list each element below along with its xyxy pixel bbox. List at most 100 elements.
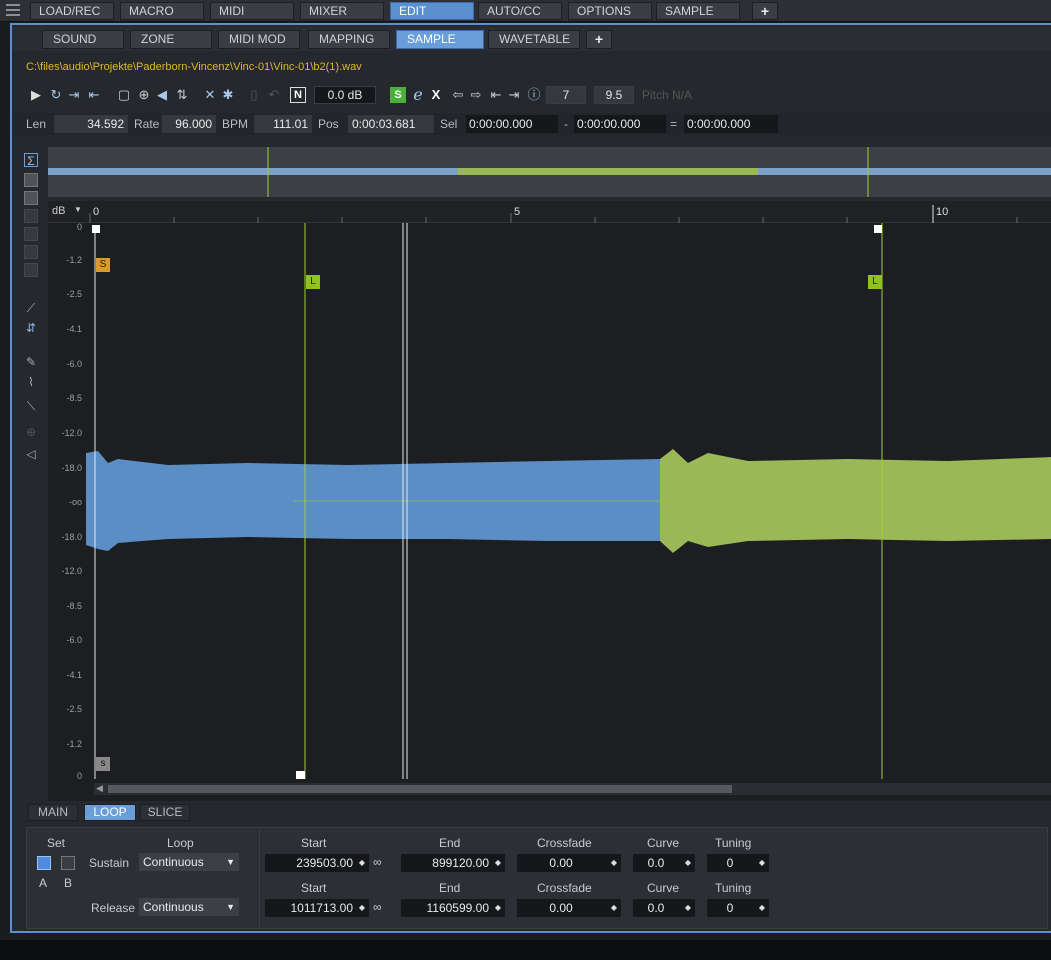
loop-label: Loop <box>167 836 194 850</box>
pitch-readout: Pitch N/A <box>642 88 693 102</box>
move-left-icon[interactable]: ⇦ <box>450 87 466 103</box>
audition-speaker-icon[interactable]: ◀ <box>154 87 170 103</box>
hamburger-menu-icon[interactable] <box>6 4 20 16</box>
sum-icon[interactable]: Σ <box>24 153 38 168</box>
snap-grid-icon[interactable]: ✱ <box>220 87 236 103</box>
release-tuning-header: Tuning <box>715 881 752 895</box>
waveform-overview[interactable] <box>48 147 1051 197</box>
tab-sample[interactable]: SAMPLE <box>656 2 740 20</box>
sel-equals: = <box>670 117 678 131</box>
fade-in-icon[interactable]: ⟋ <box>24 301 38 315</box>
normalize-button[interactable]: N <box>290 87 306 103</box>
release-end-field[interactable]: 1160599.00 <box>401 899 505 917</box>
sustain-start-field[interactable]: 239503.00 <box>265 854 369 872</box>
pos-label: Pos <box>318 117 339 131</box>
bpm-value[interactable]: 111.01 <box>254 115 312 133</box>
release-curve-field[interactable]: 0.0 <box>633 899 695 917</box>
view-left-icon[interactable] <box>24 173 38 187</box>
add-subtab-button[interactable]: + <box>586 30 612 49</box>
release-tuning-field[interactable]: 0 <box>707 899 769 917</box>
sel-start-field[interactable]: 0:00:00.000 <box>466 115 558 133</box>
sel-end-field[interactable]: 0:00:00.000 <box>574 115 666 133</box>
subtab-midi-mod[interactable]: MIDI MOD <box>218 30 300 49</box>
sustain-curve-field[interactable]: 0.0 <box>633 854 695 872</box>
subtab-sample[interactable]: SAMPLE <box>396 30 484 49</box>
subtab-zone[interactable]: ZONE <box>130 30 212 49</box>
play-to-cursor-icon[interactable]: ⇤ <box>86 87 102 103</box>
pencil-icon[interactable]: ✎ <box>24 355 38 369</box>
view-option2-icon[interactable] <box>24 227 38 241</box>
link-chain-icon[interactable]: ∞ <box>373 900 391 914</box>
zoom-tool-icon[interactable]: ⊕ <box>136 87 152 103</box>
link-chain-icon[interactable]: ∞ <box>373 855 391 869</box>
loop-end-handle <box>874 225 882 233</box>
file-path: C:\files\audio\Projekte\Paderborn-Vincen… <box>26 61 362 73</box>
edit-e-icon[interactable]: e <box>410 87 426 103</box>
release-label: Release <box>91 901 136 915</box>
crop-icon[interactable]: ▯ <box>246 87 262 103</box>
tab-options[interactable]: OPTIONS <box>568 2 652 20</box>
loop-tool-icon[interactable]: ⇵ <box>24 321 38 335</box>
sustain-crossfade-field[interactable]: 0.00 <box>517 854 621 872</box>
close-x-icon[interactable]: X <box>428 87 444 103</box>
loop-play-icon[interactable]: ↻ <box>48 87 64 103</box>
sample-end-marker[interactable]: s <box>96 757 110 771</box>
move-right-icon[interactable]: ⇨ <box>468 87 484 103</box>
jump-left-icon[interactable]: ⇤ <box>488 87 504 103</box>
time-ruler[interactable]: dB ▼ 0 5 10 <box>48 201 1051 223</box>
view-option3-icon[interactable] <box>24 245 38 259</box>
info-icon[interactable]: ⓘ <box>526 87 542 103</box>
release-mode-dropdown[interactable]: Continuous <box>139 898 239 916</box>
sustain-tuning-field[interactable]: 0 <box>707 854 769 872</box>
play-icon[interactable]: ▶ <box>28 87 44 103</box>
sync-badge[interactable]: S <box>390 87 406 103</box>
tab-macro[interactable]: MACRO <box>120 2 204 20</box>
subtab-mapping[interactable]: MAPPING <box>308 30 390 49</box>
zoom-level-field-2[interactable]: 9.5 <box>594 86 634 104</box>
mute-speaker-icon[interactable]: ◁ <box>24 447 38 461</box>
sel-length-field[interactable]: 0:00:00.000 <box>684 115 778 133</box>
tab-loop[interactable]: LOOP <box>84 804 136 821</box>
loop-start-marker[interactable]: L <box>306 275 320 289</box>
sample-start-marker[interactable]: S <box>96 258 110 272</box>
tab-edit[interactable]: EDIT <box>390 2 474 20</box>
len-value[interactable]: 34.592 <box>54 115 128 133</box>
select-tool-icon[interactable]: ▢ <box>116 87 132 103</box>
horizontal-scrollbar[interactable]: ◀ <box>94 783 1051 795</box>
set-b-button[interactable] <box>61 856 75 870</box>
view-option4-icon[interactable] <box>24 263 38 277</box>
tab-slice[interactable]: SLICE <box>140 804 190 821</box>
snap-zero-icon[interactable]: ✕ <box>202 87 218 103</box>
pos-value[interactable]: 0:00:03.681 <box>348 115 434 133</box>
scrub-icon[interactable]: ⇅ <box>174 87 190 103</box>
tab-mixer[interactable]: MIXER <box>300 2 384 20</box>
set-a-button[interactable] <box>37 856 51 870</box>
rate-value[interactable]: 96.000 <box>162 115 216 133</box>
tab-midi[interactable]: MIDI <box>210 2 294 20</box>
view-option-icon[interactable] <box>24 209 38 223</box>
sample-editor: SOUND ZONE MIDI MOD MAPPING SAMPLE WAVET… <box>10 23 1051 933</box>
zoom-level-field[interactable]: 7 <box>546 86 586 104</box>
fade-out-icon[interactable]: ⟍ <box>24 399 38 413</box>
sample-info-row: Len 34.592 Rate 96.000 BPM 111.01 Pos 0:… <box>12 113 1051 135</box>
loop-end-marker[interactable]: L <box>868 275 882 289</box>
add-tab-button[interactable]: + <box>752 2 778 20</box>
envelope-icon[interactable]: ⌇ <box>24 375 38 389</box>
tab-auto-cc[interactable]: AUTO/CC <box>478 2 562 20</box>
scroll-left-icon[interactable]: ◀ <box>96 783 103 794</box>
release-start-field[interactable]: 1011713.00 <box>265 899 369 917</box>
undo-icon[interactable]: ↶ <box>266 87 282 103</box>
jump-right-icon[interactable]: ⇥ <box>506 87 522 103</box>
gain-field[interactable]: 0.0 dB <box>314 86 376 104</box>
scrollbar-thumb[interactable] <box>108 785 732 793</box>
release-crossfade-field[interactable]: 0.00 <box>517 899 621 917</box>
play-region-icon[interactable]: ⇥ <box>66 87 82 103</box>
tab-load-rec[interactable]: LOAD/REC <box>30 2 114 20</box>
sustain-mode-dropdown[interactable]: Continuous <box>139 853 239 871</box>
tab-main[interactable]: MAIN <box>28 804 78 821</box>
view-right-icon[interactable] <box>24 191 38 205</box>
subtab-sound[interactable]: SOUND <box>42 30 124 49</box>
waveform-display[interactable]: dB ▼ 0 5 10 0 -1.2 -2.5 -4.1 -6.0 -8.5 -… <box>48 201 1051 801</box>
sustain-end-field[interactable]: 899120.00 <box>401 854 505 872</box>
subtab-wavetable[interactable]: WAVETABLE <box>488 30 580 49</box>
